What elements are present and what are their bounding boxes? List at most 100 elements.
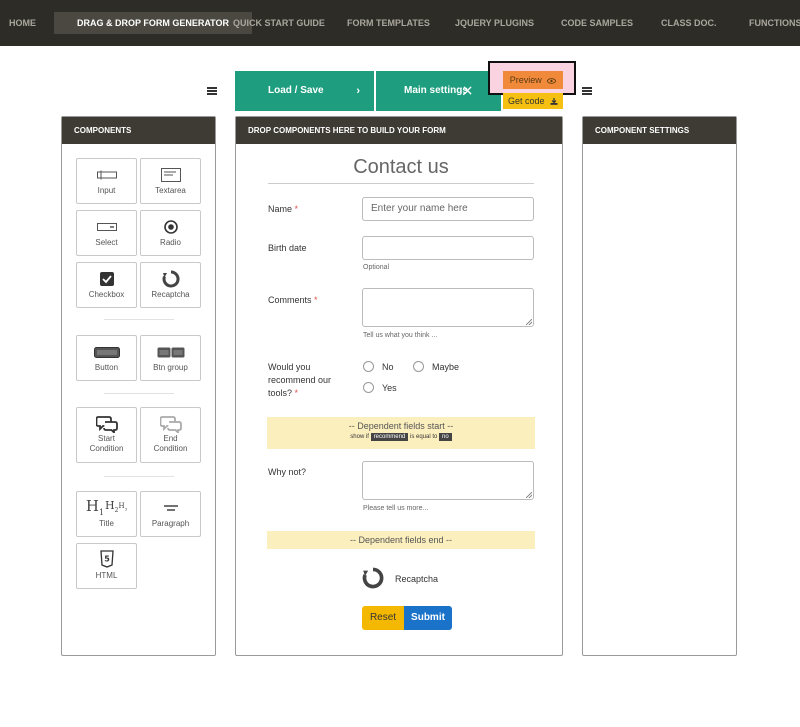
- submit-button[interactable]: Submit: [404, 606, 452, 630]
- birth-date-label: Birth date: [268, 243, 307, 253]
- component-title[interactable]: H1 H2 H3 Title: [76, 491, 137, 537]
- radio-maybe-label: Maybe: [432, 362, 460, 372]
- components-divider: [104, 476, 174, 477]
- label-line: Would you: [268, 362, 311, 372]
- component-btn-group[interactable]: Btn group: [140, 335, 201, 381]
- comments-textarea[interactable]: [362, 288, 534, 327]
- chevron-right-icon: ›: [356, 85, 360, 97]
- name-input-placeholder: Enter your name here: [371, 203, 468, 214]
- component-textarea[interactable]: Textarea: [140, 158, 201, 204]
- resize-handle-icon[interactable]: [526, 492, 532, 498]
- radio-no[interactable]: [363, 361, 374, 372]
- component-radio[interactable]: Radio: [140, 210, 201, 256]
- why-not-textarea[interactable]: [362, 461, 534, 500]
- load-save-button[interactable]: Load / Save ›: [235, 71, 374, 111]
- paragraph-icon: [141, 500, 200, 516]
- title-icon: H1 H2 H3: [85, 497, 128, 517]
- form-builder-panel-title: DROP COMPONENTS HERE TO BUILD YOUR FORM: [236, 117, 562, 144]
- birth-date-input[interactable]: [362, 236, 534, 260]
- dependent-fields-end[interactable]: -- Dependent fields end --: [267, 531, 535, 549]
- nav-code-samples[interactable]: CODE SAMPLES: [561, 12, 633, 34]
- get-code-label: Get code: [507, 96, 545, 106]
- component-html[interactable]: 5 HTML: [76, 543, 137, 589]
- birth-date-help: Optional: [363, 264, 390, 271]
- start-condition-icon: [77, 416, 136, 433]
- left-menu-icon[interactable]: [207, 87, 217, 95]
- comments-help: Tell us what you think ...: [363, 332, 438, 339]
- dependent-end-title: -- Dependent fields end --: [349, 535, 453, 545]
- nav-class-doc[interactable]: CLASS DOC.: [661, 12, 717, 34]
- component-label: HTML: [95, 571, 118, 580]
- nav-jquery-plugins[interactable]: JQUERY PLUGINS: [455, 12, 534, 34]
- components-panel-title: COMPONENTS: [62, 117, 215, 144]
- component-recaptcha[interactable]: Recaptcha: [140, 262, 201, 308]
- components-divider: [104, 393, 174, 394]
- component-label: Button: [94, 363, 119, 372]
- component-checkbox[interactable]: Checkbox: [76, 262, 137, 308]
- download-icon: [550, 96, 558, 106]
- component-input[interactable]: Input: [76, 158, 137, 204]
- checkbox-icon: [77, 271, 136, 287]
- components-divider: [104, 319, 174, 320]
- component-label: Radio: [160, 238, 181, 247]
- form-title: Contact us: [353, 156, 449, 178]
- label-line: recommend our: [268, 375, 332, 385]
- comments-label-text: Comments: [268, 295, 312, 305]
- component-label: Start Condition: [77, 434, 136, 454]
- radio-yes[interactable]: [363, 382, 374, 393]
- dependent-condition: show if recommend is equal to no: [267, 433, 535, 441]
- recaptcha-icon: [362, 567, 384, 594]
- svg-text:5: 5: [104, 555, 110, 564]
- label-line: tools?: [268, 388, 293, 398]
- nav-quick-start[interactable]: QUICK START GUIDE: [233, 12, 325, 34]
- radio-no-label: No: [382, 362, 394, 372]
- nav-home[interactable]: HOME: [9, 12, 36, 34]
- component-label: Paragraph: [151, 519, 190, 528]
- condition-operator: is equal to: [410, 434, 438, 440]
- load-save-label: Load / Save: [268, 85, 324, 96]
- form-title-divider: [268, 183, 534, 184]
- condition-prefix: show if: [350, 434, 369, 440]
- button-icon: [77, 344, 136, 360]
- name-input[interactable]: Enter your name here: [362, 197, 534, 221]
- component-end-condition[interactable]: End Condition: [140, 407, 201, 463]
- component-settings-title: COMPONENT SETTINGS: [583, 117, 736, 144]
- main-settings-label: Main settings: [404, 85, 468, 96]
- component-label: Select: [95, 238, 118, 247]
- required-mark: *: [294, 388, 299, 398]
- component-button[interactable]: Button: [76, 335, 137, 381]
- preview-button[interactable]: Preview: [503, 71, 563, 89]
- radio-icon: [141, 219, 200, 235]
- top-navigation: HOME DRAG & DROP FORM GENERATOR QUICK ST…: [0, 0, 800, 46]
- component-settings-panel: COMPONENT SETTINGS: [582, 116, 737, 656]
- dependent-start-title: -- Dependent fields start --: [348, 421, 454, 431]
- recaptcha-icon: [141, 270, 200, 288]
- html5-icon: 5: [77, 550, 136, 568]
- component-label: Input: [97, 186, 116, 195]
- component-label: Btn group: [153, 363, 188, 372]
- label-line: End: [163, 434, 178, 443]
- nav-form-generator[interactable]: DRAG & DROP FORM GENERATOR: [54, 12, 253, 34]
- preview-label: Preview: [509, 75, 542, 85]
- main-settings-button[interactable]: Main settings: [376, 71, 501, 111]
- reset-button[interactable]: Reset: [362, 606, 404, 630]
- dependent-fields-start[interactable]: -- Dependent fields start -- show if rec…: [267, 417, 535, 449]
- nav-functions-ref[interactable]: FUNCTIONS RE: [749, 12, 800, 34]
- input-icon: [77, 167, 136, 183]
- component-label: End Condition: [141, 434, 200, 454]
- component-select[interactable]: Select: [76, 210, 137, 256]
- radio-maybe[interactable]: [413, 361, 424, 372]
- resize-handle-icon[interactable]: [526, 319, 532, 325]
- component-start-condition[interactable]: Start Condition: [76, 407, 137, 463]
- comments-label: Comments *: [268, 294, 318, 307]
- component-label: Title: [99, 519, 114, 528]
- nav-form-templates[interactable]: FORM TEMPLATES: [347, 12, 430, 34]
- component-paragraph[interactable]: Paragraph: [140, 491, 201, 537]
- right-menu-icon[interactable]: [582, 87, 592, 95]
- textarea-icon: [141, 167, 200, 183]
- name-label-text: Name: [268, 204, 293, 214]
- get-code-button[interactable]: Get code: [503, 93, 563, 109]
- tools-icon: [462, 71, 472, 111]
- component-label: Recaptcha: [151, 290, 190, 299]
- component-label: Textarea: [155, 186, 186, 195]
